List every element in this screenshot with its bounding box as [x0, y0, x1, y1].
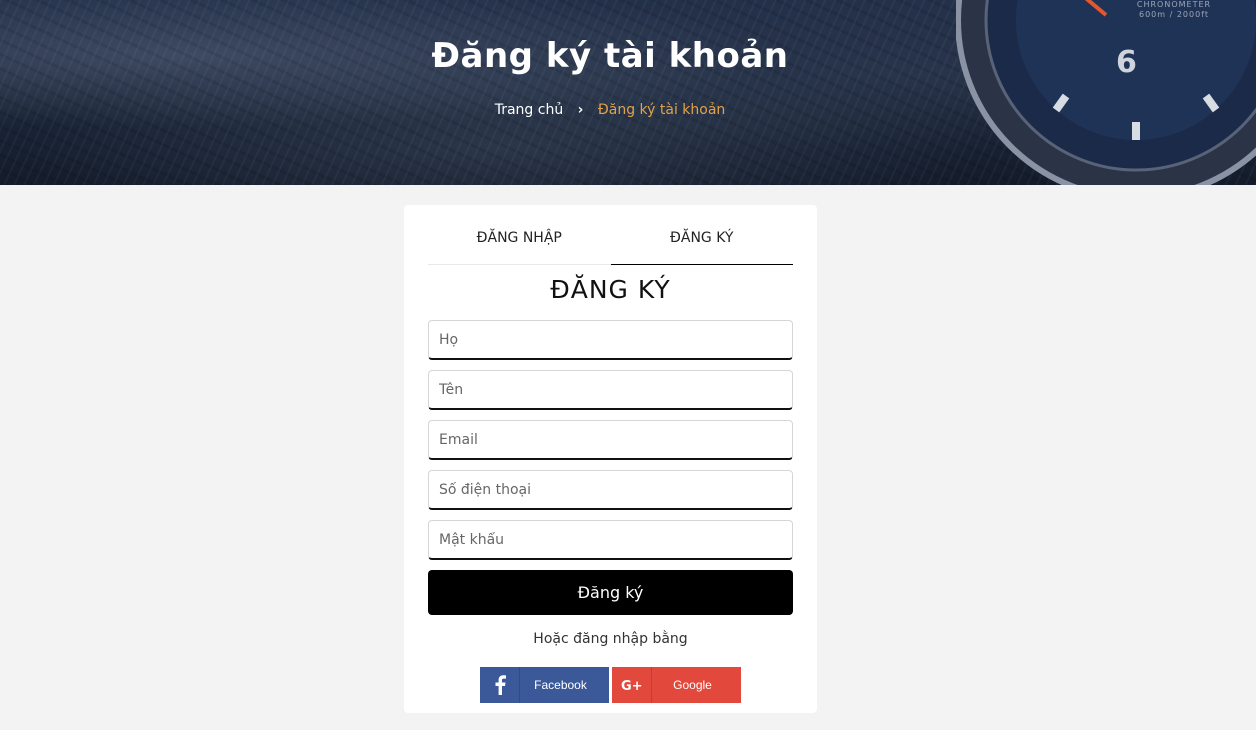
breadcrumb: Trang chủ › Đăng ký tài khoản — [0, 102, 1220, 118]
breadcrumb-current: Đăng ký tài khoản — [597, 102, 726, 118]
breadcrumb-home-link[interactable]: Trang chủ — [495, 102, 563, 118]
google-login-button[interactable]: G+ Google — [612, 667, 741, 703]
facebook-icon — [480, 667, 520, 703]
alt-login-text: Hoặc đăng nhập bằng — [533, 631, 688, 647]
last-name-field[interactable] — [428, 320, 793, 360]
hero-banner: 6 CHRONOMETER 600m / 2000ft Đăng ký tài … — [0, 0, 1256, 185]
watch-line-1: CHRONOMETER — [1136, 0, 1212, 9]
register-button[interactable]: Đăng ký — [428, 570, 793, 615]
google-label: Google — [673, 678, 712, 692]
form-title: ĐĂNG KÝ — [550, 275, 671, 304]
facebook-label: Facebook — [534, 678, 587, 692]
watch-inscription: CHRONOMETER 600m / 2000ft — [1114, 0, 1234, 20]
tab-register[interactable]: ĐĂNG KÝ — [610, 205, 793, 265]
watch-image: 6 — [956, 0, 1256, 185]
breadcrumb-chevron-icon: › — [577, 102, 584, 118]
phone-field[interactable] — [428, 470, 793, 510]
page-title: Đăng ký tài khoản — [431, 36, 789, 76]
watch-line-2: 600m / 2000ft — [1138, 10, 1209, 19]
first-name-field[interactable] — [428, 370, 793, 410]
password-field[interactable] — [428, 520, 793, 560]
svg-text:G+: G+ — [621, 679, 643, 692]
facebook-login-button[interactable]: Facebook — [480, 667, 609, 703]
google-plus-icon: G+ — [612, 667, 652, 703]
email-field[interactable] — [428, 420, 793, 460]
auth-tabs: ĐĂNG NHẬP ĐĂNG KÝ — [428, 205, 793, 265]
tab-login[interactable]: ĐĂNG NHẬP — [428, 205, 611, 264]
auth-card: ĐĂNG NHẬP ĐĂNG KÝ ĐĂNG KÝ Đăng ký Hoặc đ… — [404, 205, 817, 713]
